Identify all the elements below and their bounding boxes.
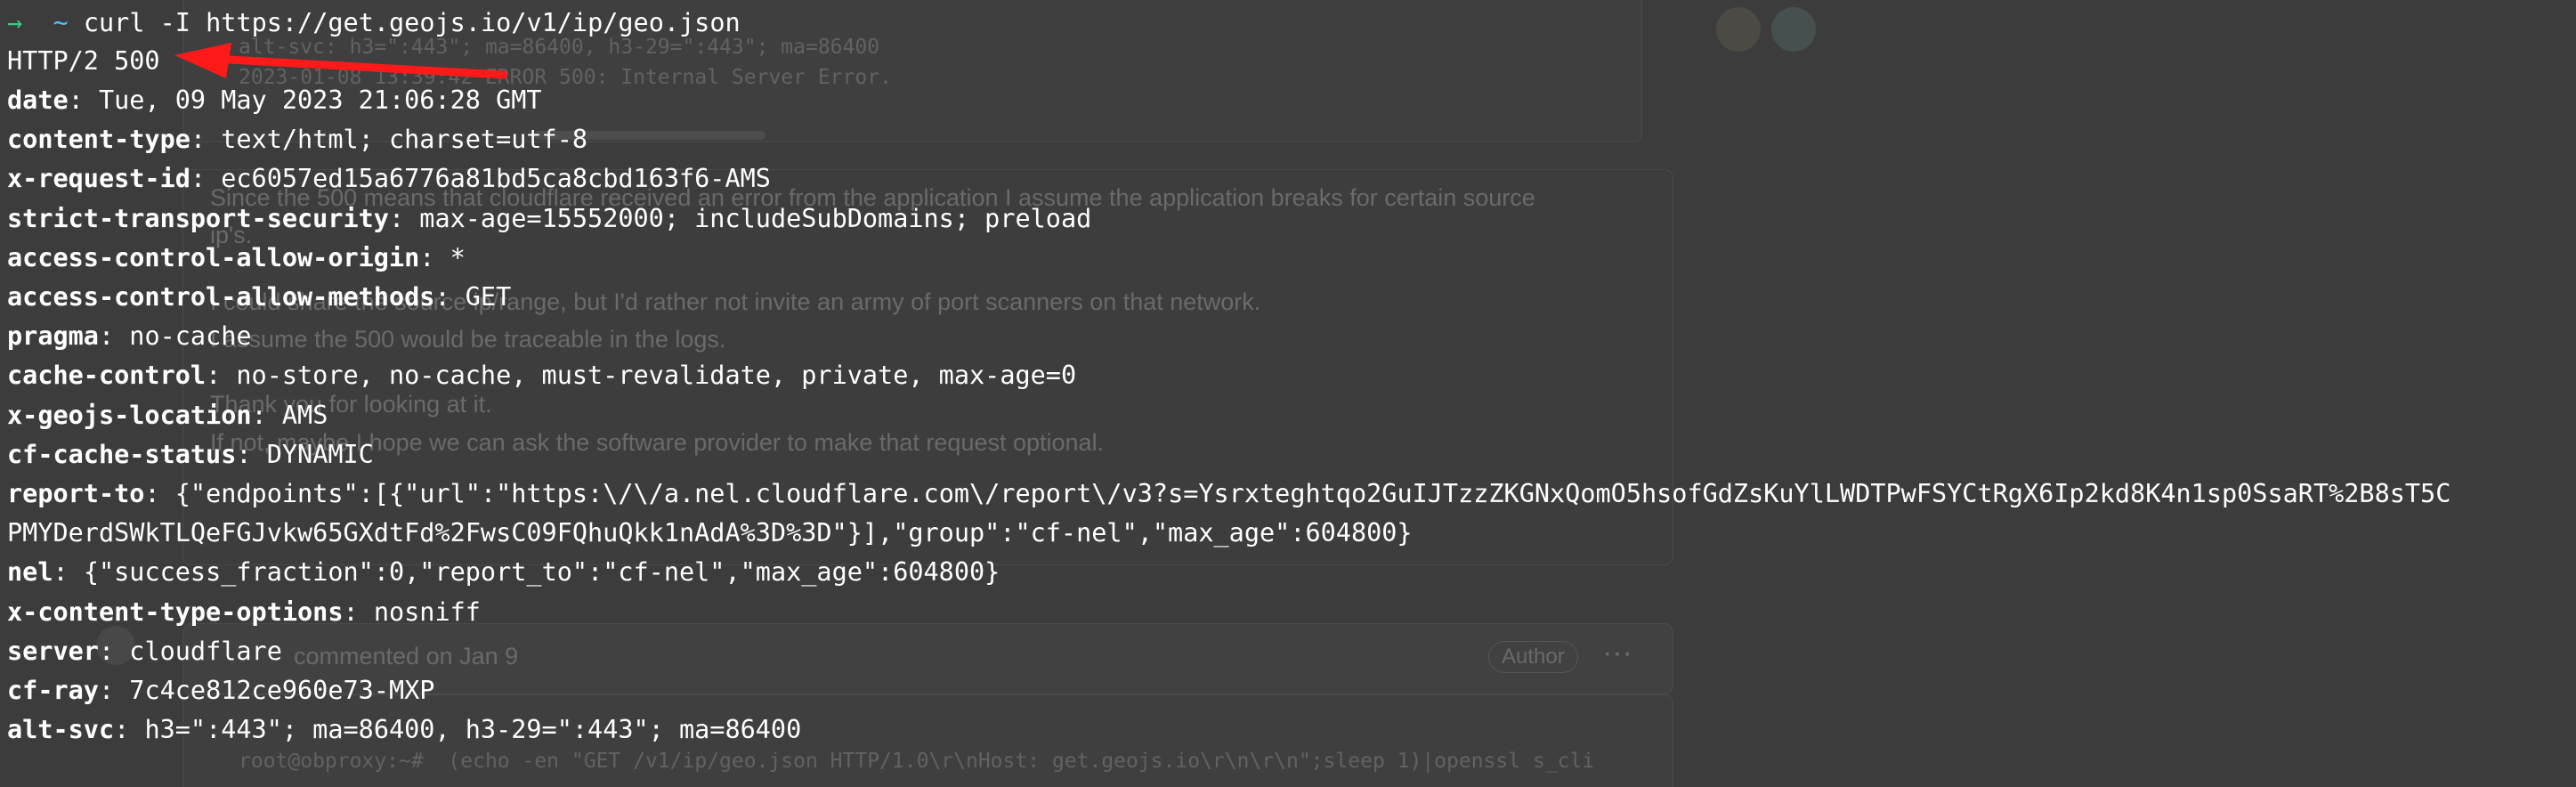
header-value: text/html; charset=utf-8 [221, 125, 588, 155]
header-value: PMYDerdSWkTLQeFGJvkw65GXdtFd%2FwsC09FQhu… [7, 518, 1413, 548]
header-key: nel [7, 557, 53, 588]
header-key: cf-cache-status [7, 439, 237, 469]
header-value: * [450, 242, 466, 272]
header-key: access-control-allow-origin [7, 242, 420, 272]
header-value: ec6057ed15a6776a81bd5ca8cbd163f6-AMS [221, 164, 771, 194]
header-key: x-content-type-options [7, 596, 344, 627]
header-key: strict-transport-security [7, 203, 389, 233]
header-value: h3=":443"; ma=86400, h3-29=":443"; ma=86… [144, 715, 802, 745]
header-line: PMYDerdSWkTLQeFGJvkw65GXdtFd%2FwsC09FQhu… [7, 517, 1413, 549]
header-value: no-cache [129, 321, 252, 352]
header-line: cf-ray: 7c4ce812ce960e73-MXP [7, 676, 435, 705]
header-value: AMS [281, 400, 328, 430]
header-key: report-to [7, 479, 145, 508]
header-line: x-geojs-location: AMS [7, 400, 328, 430]
header-key: access-control-allow-methods [7, 282, 435, 312]
header-line: strict-transport-security: max-age=15552… [7, 203, 1092, 233]
header-value: DYNAMIC [266, 439, 374, 469]
command-text: curl -I https://get.geojs.io/v1/ip/geo.j… [83, 8, 741, 37]
header-value: {"success_fraction":0,"report_to":"cf-ne… [83, 557, 1000, 588]
header-line: nel: {"success_fraction":0,"report_to":"… [7, 557, 1000, 588]
header-key: x-geojs-location [7, 400, 252, 430]
header-value: max-age=15552000; includeSubDomains; pre… [419, 203, 1092, 233]
header-line: access-control-allow-methods: GET [7, 282, 512, 312]
header-line: date: Tue, 09 May 2023 21:06:28 GMT [7, 85, 542, 115]
header-value: Tue, 09 May 2023 21:06:28 GMT [98, 85, 542, 115]
header-line: server: cloudflare [7, 636, 282, 666]
red-annotation-arrow-icon [174, 43, 507, 79]
header-line: cf-cache-status: DYNAMIC [7, 439, 374, 469]
header-key: date [7, 85, 69, 115]
prompt-directory: ~ [53, 8, 69, 37]
header-value: no-store, no-cache, must-revalidate, pri… [236, 361, 1077, 391]
header-key: pragma [7, 321, 99, 352]
header-line: access-control-allow-origin: * [7, 242, 466, 272]
header-key: cf-ray [7, 676, 99, 705]
header-line: x-request-id: ec6057ed15a6776a81bd5ca8cb… [7, 164, 771, 194]
header-key: cache-control [7, 361, 207, 391]
header-line: x-content-type-options: nosniff [7, 596, 481, 627]
header-value: cloudflare [129, 636, 282, 666]
prompt-arrow-icon: → [7, 8, 23, 37]
header-line: pragma: no-cache [7, 321, 252, 352]
header-key: alt-svc [7, 715, 115, 745]
header-line: cache-control: no-store, no-cache, must-… [7, 361, 1077, 391]
header-value: 7c4ce812ce960e73-MXP [129, 676, 435, 705]
header-key: server [7, 636, 99, 666]
terminal-output[interactable]: → ~ curl -I https://get.geojs.io/v1/ip/g… [0, 0, 2576, 787]
header-value: GET [465, 282, 512, 312]
header-key: x-request-id [7, 164, 190, 194]
http-status-line: HTTP/2 500 [7, 46, 160, 76]
header-line: content-type: text/html; charset=utf-8 [7, 125, 588, 155]
header-value: nosniff [373, 596, 481, 627]
header-value: {"endpoints":[{"url":"https:\/\/a.nel.cl… [174, 479, 2451, 508]
header-line: alt-svc: h3=":443"; ma=86400, h3-29=":44… [7, 715, 802, 745]
command-line: → ~ curl -I https://get.geojs.io/v1/ip/g… [7, 7, 741, 39]
header-line: report-to: {"endpoints":[{"url":"https:\… [7, 479, 2451, 508]
header-key: content-type [7, 125, 190, 155]
